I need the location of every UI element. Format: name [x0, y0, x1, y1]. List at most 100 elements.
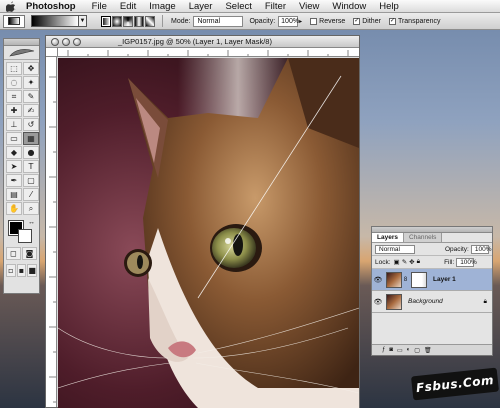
swap-colors-icon[interactable]: ↔: [28, 219, 35, 226]
type-tool-icon[interactable]: T: [23, 160, 39, 173]
tab-channels[interactable]: Channels: [403, 233, 443, 242]
menu-select[interactable]: Select: [225, 1, 251, 12]
tab-layers[interactable]: Layers: [372, 233, 404, 242]
blend-mode-select[interactable]: Normal: [375, 244, 415, 254]
new-set-icon[interactable]: ▭: [397, 347, 403, 354]
history-brush-tool-icon[interactable]: ↺: [23, 118, 39, 131]
marquee-tool-icon[interactable]: ⬚: [6, 62, 22, 75]
menu-image[interactable]: Image: [149, 1, 175, 12]
transparency-check-box[interactable]: ✓: [388, 17, 396, 25]
minimize-window-icon[interactable]: [62, 37, 70, 46]
crop-tool-icon[interactable]: ⌗: [6, 90, 22, 103]
menu-view[interactable]: View: [299, 1, 319, 12]
transparency-checkbox[interactable]: ✓ Transparency: [388, 17, 440, 25]
linear-gradient-button[interactable]: [101, 15, 111, 27]
reverse-check-box[interactable]: [310, 17, 318, 25]
menu-file[interactable]: File: [92, 1, 107, 12]
lock-image-icon[interactable]: ✎: [402, 258, 407, 266]
vertical-ruler[interactable]: [46, 57, 57, 407]
divider: [162, 15, 163, 27]
new-layer-icon[interactable]: ▢: [414, 347, 420, 354]
menu-app-name[interactable]: Photoshop: [26, 1, 76, 12]
menu-filter[interactable]: Filter: [265, 1, 286, 12]
dodge-tool-icon[interactable]: ●: [23, 146, 39, 159]
watermark: Fsbus.Com: [410, 367, 500, 401]
pen-tool-icon[interactable]: ✒: [6, 174, 22, 187]
reverse-checkbox[interactable]: Reverse: [310, 17, 345, 25]
hand-tool-icon[interactable]: ✋: [6, 202, 22, 215]
layer-mask-thumbnail[interactable]: [411, 271, 427, 288]
lock-row: Lock: ▣ ✎ ✥ 🔒︎ Fill: 100%: [372, 256, 492, 269]
screen-mode-standard-icon[interactable]: ▫: [6, 264, 16, 277]
lock-position-icon[interactable]: ✥: [409, 258, 414, 266]
layers-opacity-field[interactable]: 100%: [470, 244, 492, 254]
magic-wand-tool-icon[interactable]: ✦: [23, 76, 39, 89]
feather-logo-icon[interactable]: [4, 46, 39, 60]
screen-mode-full-menu-icon[interactable]: ▪: [16, 264, 27, 277]
blur-tool-icon[interactable]: ◆: [6, 146, 22, 159]
eraser-tool-icon[interactable]: ▭: [6, 132, 22, 145]
horizontal-ruler[interactable]: [58, 48, 359, 57]
chevron-right-icon[interactable]: ▸: [299, 18, 302, 25]
menu-window[interactable]: Window: [332, 1, 366, 12]
brush-tool-icon[interactable]: ✍: [23, 104, 39, 117]
reflected-gradient-button[interactable]: [134, 15, 144, 27]
blend-row: Normal Opacity: 100%: [372, 243, 492, 256]
standard-mode-icon[interactable]: ◻: [6, 247, 21, 260]
move-tool-icon[interactable]: ✥: [23, 62, 39, 75]
opacity-field[interactable]: 100%: [278, 15, 299, 27]
eyedropper-tool-icon[interactable]: ⁄: [23, 188, 39, 201]
slice-tool-icon[interactable]: ✎: [23, 90, 39, 103]
ruler-origin[interactable]: [46, 48, 58, 57]
zoom-tool-icon[interactable]: ⌕: [23, 202, 39, 215]
gradient-editor-swatch[interactable]: [31, 15, 79, 27]
lock-transparency-icon[interactable]: ▣: [394, 258, 400, 266]
notes-tool-icon[interactable]: ▤: [6, 188, 22, 201]
new-adjustment-layer-icon[interactable]: ◐: [407, 347, 411, 353]
lock-label: Lock:: [375, 258, 391, 266]
lock-all-icon[interactable]: 🔒︎: [417, 258, 420, 266]
diamond-gradient-button[interactable]: [145, 15, 155, 27]
eye-icon[interactable]: 👁︎: [372, 276, 384, 284]
path-selection-tool-icon[interactable]: ➤: [6, 160, 22, 173]
apple-icon[interactable]: [6, 1, 16, 12]
mode-select[interactable]: Normal: [193, 15, 244, 27]
menu-layer[interactable]: Layer: [189, 1, 213, 12]
add-mask-icon[interactable]: ◙: [389, 347, 393, 353]
fill-label: Fill:: [444, 258, 455, 266]
zoom-window-icon[interactable]: [73, 37, 81, 46]
lasso-tool-icon[interactable]: ◌: [6, 76, 22, 89]
gradient-tool-icon[interactable]: ▦: [23, 132, 39, 145]
radial-gradient-button[interactable]: [112, 15, 122, 27]
close-window-icon[interactable]: [51, 37, 59, 46]
eye-icon[interactable]: 👁︎: [372, 298, 384, 306]
tool-preset-picker[interactable]: [3, 14, 25, 28]
dither-checkbox[interactable]: ✓ Dither: [353, 17, 381, 25]
layers-opacity-value: 100%: [474, 245, 492, 253]
menu-help[interactable]: Help: [379, 1, 399, 12]
angle-gradient-button[interactable]: [123, 15, 133, 27]
layer-row-layer-1[interactable]: 👁︎ 8 Layer 1: [372, 269, 492, 291]
trash-icon[interactable]: 🗑︎: [424, 347, 432, 354]
chevron-down-icon[interactable]: ▼: [79, 15, 87, 27]
toolbox-title-bar[interactable]: [4, 39, 39, 46]
clone-stamp-tool-icon[interactable]: ⊥: [6, 118, 22, 131]
document-title-bar[interactable]: _IGP0157.jpg @ 50% (Layer 1, Layer Mask/…: [46, 36, 359, 48]
fill-field[interactable]: 100%: [456, 257, 477, 267]
healing-brush-tool-icon[interactable]: ✚: [6, 104, 22, 117]
screen-mode-full-icon[interactable]: ■: [27, 264, 38, 277]
layers-panel: Layers Channels Normal Opacity: 100% Loc…: [371, 226, 493, 356]
shape-tool-icon[interactable]: ▢: [23, 174, 39, 187]
link-chain-icon[interactable]: 8: [403, 277, 408, 283]
dither-check-box[interactable]: ✓: [353, 17, 361, 25]
layers-panel-tabs: Layers Channels: [372, 233, 492, 243]
image-canvas[interactable]: [58, 58, 359, 408]
quick-mask-mode-icon[interactable]: ◙: [22, 247, 37, 260]
mask-mode-row: ◻ ◙: [4, 245, 39, 262]
background-color-swatch[interactable]: [18, 229, 32, 243]
layer-row-background[interactable]: 👁︎ Background 🔒︎: [372, 291, 492, 313]
tool-grid: ⬚ ✥ ◌ ✦ ⌗ ✎ ✚ ✍ ⊥ ↺ ▭ ▦ ◆ ● ➤ T ✒ ▢ ▤ ⁄ …: [4, 60, 39, 215]
add-layer-style-icon[interactable]: ƒ: [382, 347, 385, 353]
layers-panel-footer: ƒ ◙ ▭ ◐ ▢ 🗑︎: [372, 344, 492, 355]
menu-edit[interactable]: Edit: [120, 1, 136, 12]
